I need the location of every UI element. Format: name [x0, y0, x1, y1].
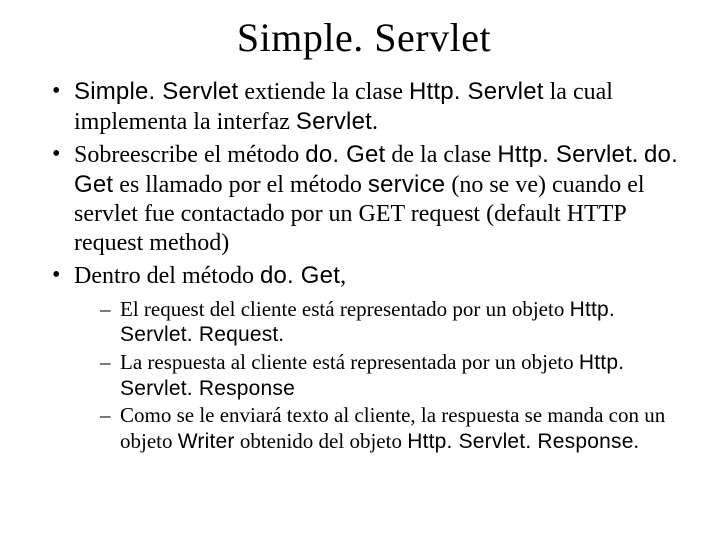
code-text: service: [368, 171, 445, 198]
body-text: .: [632, 142, 644, 168]
code-text: Simple. Servlet: [74, 78, 238, 105]
body-text: Dentro del método: [74, 263, 260, 289]
code-text: do. Get: [260, 262, 340, 289]
body-text: obtenido del objeto: [235, 429, 408, 453]
code-text: Http. Servlet. Response: [407, 430, 633, 453]
list-item: El request del cliente está representado…: [100, 297, 680, 348]
body-text: El request del cliente está representado…: [120, 297, 570, 321]
code-text: Writer: [178, 430, 235, 453]
body-text: .: [278, 322, 283, 346]
code-text: Servlet: [296, 108, 372, 135]
body-text: de la clase: [385, 142, 497, 168]
body-text: .: [372, 109, 378, 135]
body-text: .: [634, 429, 639, 453]
bullet-list: Simple. Servlet extiende la clase Http. …: [48, 77, 680, 455]
body-text: extiende la clase: [238, 79, 409, 105]
list-item: Simple. Servlet extiende la clase Http. …: [48, 77, 680, 138]
code-text: Http. Servlet: [497, 141, 632, 168]
slide-title: Simple. Servlet: [48, 14, 680, 61]
list-item: La respuesta al cliente está representad…: [100, 350, 680, 401]
code-text: Http. Servlet: [409, 78, 544, 105]
list-item: Sobreescribe el método do. Get de la cla…: [48, 140, 680, 259]
list-item: Como se le enviará texto al cliente, la …: [100, 403, 680, 454]
code-text: do. Get: [305, 141, 385, 168]
sub-list: El request del cliente está representado…: [74, 297, 680, 455]
body-text: es llamado por el método: [113, 172, 368, 198]
body-text: La respuesta al cliente está representad…: [120, 350, 579, 374]
slide: Simple. Servlet Simple. Servlet extiende…: [0, 0, 720, 540]
list-item: Dentro del método do. Get, El request del…: [48, 261, 680, 455]
body-text: Sobreescribe el método: [74, 142, 305, 168]
body-text: ,: [340, 263, 346, 289]
